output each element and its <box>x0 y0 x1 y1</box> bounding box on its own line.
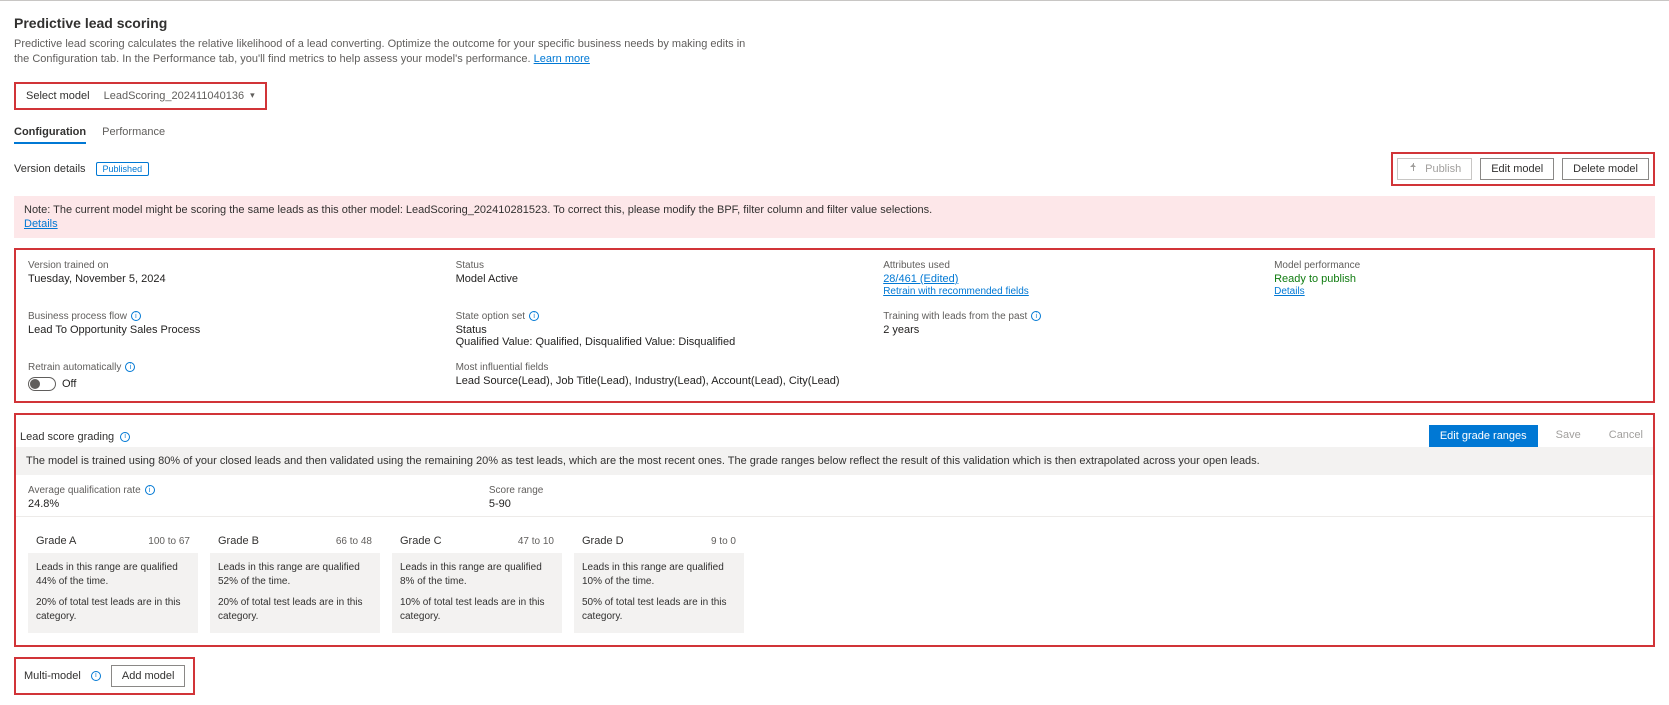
grade-range: 47 to 10 <box>518 536 554 547</box>
grade-name: Grade A <box>36 535 76 547</box>
retrain-auto-label: Retrain automatically <box>28 362 121 373</box>
grade-name: Grade B <box>218 535 259 547</box>
version-details-panel: Version trained on Tuesday, November 5, … <box>14 248 1655 403</box>
grade-line1: Leads in this range are qualified 44% of… <box>36 561 190 590</box>
tabs: Configuration Performance <box>14 122 1655 144</box>
score-range-label: Score range <box>489 485 1641 496</box>
grading-title: Lead score grading <box>20 431 114 443</box>
grade-card: Grade A 100 to 67 Leads in this range ar… <box>28 529 198 633</box>
grading-info-text: The model is trained using 80% of your c… <box>16 447 1653 475</box>
retrain-auto-toggle[interactable]: Off <box>28 377 432 391</box>
state-option-label: State option set <box>456 311 526 322</box>
retrain-recommended-link[interactable]: Retrain with recommended fields <box>883 286 1029 297</box>
duplicate-scoring-alert: Note: The current model might be scoring… <box>14 196 1655 238</box>
grade-line1: Leads in this range are qualified 8% of … <box>400 561 554 590</box>
grade-card: Grade B 66 to 48 Leads in this range are… <box>210 529 380 633</box>
toggle-track <box>28 377 56 391</box>
influential-fields-label: Most influential fields <box>456 362 1641 373</box>
info-icon[interactable]: i <box>145 485 155 495</box>
info-icon[interactable]: i <box>131 311 141 321</box>
qual-rate-value: 24.8% <box>28 498 489 510</box>
attributes-label: Attributes used <box>883 260 1250 271</box>
model-performance-details-link[interactable]: Details <box>1274 286 1305 297</box>
grade-line2: 10% of total test leads are in this cate… <box>400 596 554 625</box>
training-past-label: Training with leads from the past <box>883 311 1027 322</box>
grade-name: Grade D <box>582 535 624 547</box>
info-icon[interactable]: i <box>125 362 135 372</box>
publish-label: Publish <box>1425 163 1461 175</box>
info-icon[interactable]: i <box>529 311 539 321</box>
multi-model-section: Multi-model i Add model <box>14 657 195 695</box>
model-action-buttons: Publish Edit model Delete model <box>1391 152 1655 186</box>
grade-line2: 20% of total test leads are in this cate… <box>36 596 190 625</box>
grade-line2: 20% of total test leads are in this cate… <box>218 596 372 625</box>
chevron-down-icon: ▾ <box>250 90 255 101</box>
grade-line1: Leads in this range are qualified 52% of… <box>218 561 372 590</box>
influential-fields-value: Lead Source(Lead), Job Title(Lead), Indu… <box>456 375 1641 387</box>
model-performance-label: Model performance <box>1274 260 1641 271</box>
bpf-value: Lead To Opportunity Sales Process <box>28 324 432 336</box>
delete-model-button[interactable]: Delete model <box>1562 158 1649 180</box>
select-model-label: Select model <box>26 90 90 102</box>
qual-rate-label: Average qualification rate <box>28 485 141 496</box>
attributes-value[interactable]: 28/461 (Edited) <box>883 273 958 285</box>
retrain-auto-value: Off <box>62 378 76 390</box>
select-model-value[interactable]: LeadScoring_202411040136 ▾ <box>104 90 255 102</box>
status-value: Model Active <box>456 273 860 285</box>
state-option-value1: Status <box>456 324 860 336</box>
info-icon[interactable]: i <box>91 671 101 681</box>
grade-line2: 50% of total test leads are in this cate… <box>582 596 736 625</box>
learn-more-link[interactable]: Learn more <box>534 53 590 65</box>
bpf-label: Business process flow <box>28 311 127 322</box>
page-description: Predictive lead scoring calculates the r… <box>14 37 754 68</box>
select-model-control[interactable]: Select model LeadScoring_202411040136 ▾ <box>14 82 267 110</box>
publish-icon <box>1408 163 1419 174</box>
info-icon[interactable]: i <box>1031 311 1041 321</box>
page-title: Predictive lead scoring <box>14 15 1655 31</box>
grade-name: Grade C <box>400 535 442 547</box>
alert-details-link[interactable]: Details <box>24 218 58 230</box>
publish-button: Publish <box>1397 158 1472 180</box>
grade-range: 66 to 48 <box>336 536 372 547</box>
multi-model-label: Multi-model <box>24 670 81 682</box>
selected-model-name: LeadScoring_202411040136 <box>104 90 244 102</box>
trained-on-value: Tuesday, November 5, 2024 <box>28 273 432 285</box>
model-performance-value: Ready to publish <box>1274 273 1641 285</box>
published-badge: Published <box>96 162 150 176</box>
save-grades-button: Save <box>1546 425 1591 447</box>
info-icon[interactable]: i <box>120 432 130 442</box>
grade-line1: Leads in this range are qualified 10% of… <box>582 561 736 590</box>
page-description-text: Predictive lead scoring calculates the r… <box>14 38 745 65</box>
score-range-value: 5-90 <box>489 498 1641 510</box>
grade-range: 9 to 0 <box>711 536 736 547</box>
alert-text: Note: The current model might be scoring… <box>24 204 1645 216</box>
training-past-value: 2 years <box>883 324 1250 336</box>
version-details-label: Version details <box>14 163 86 175</box>
status-label: Status <box>456 260 860 271</box>
trained-on-label: Version trained on <box>28 260 432 271</box>
tab-configuration[interactable]: Configuration <box>14 122 86 144</box>
grade-card: Grade C 47 to 10 Leads in this range are… <box>392 529 562 633</box>
tab-performance[interactable]: Performance <box>102 122 165 144</box>
grade-card: Grade D 9 to 0 Leads in this range are q… <box>574 529 744 633</box>
cancel-grades-button: Cancel <box>1599 425 1653 447</box>
add-model-button[interactable]: Add model <box>111 665 186 687</box>
grade-range: 100 to 67 <box>148 536 190 547</box>
grades-row: Grade A 100 to 67 Leads in this range ar… <box>16 517 1653 645</box>
toggle-thumb <box>30 379 40 389</box>
edit-grade-ranges-button[interactable]: Edit grade ranges <box>1429 425 1538 447</box>
state-option-value2: Qualified Value: Qualified, Disqualified… <box>456 336 860 348</box>
edit-model-button[interactable]: Edit model <box>1480 158 1554 180</box>
